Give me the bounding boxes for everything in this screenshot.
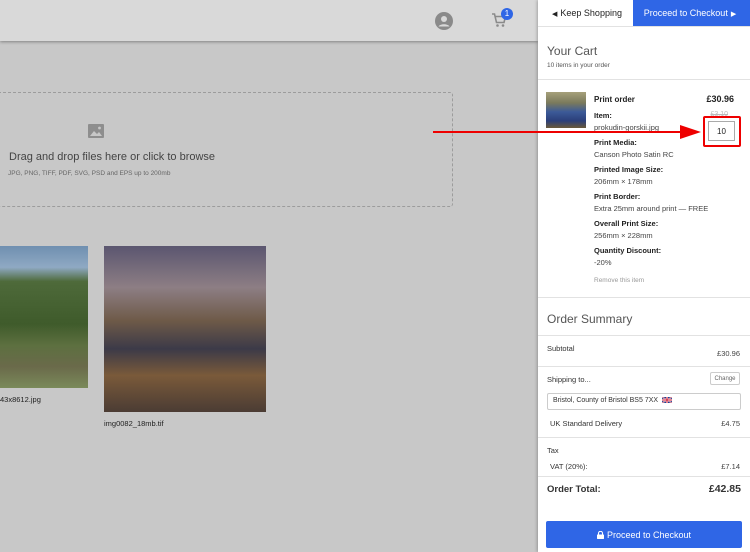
divider (538, 26, 750, 27)
gallery-filename: img0082_18mb.tif (104, 419, 164, 428)
subtotal-label: Subtotal (547, 344, 575, 353)
gallery-thumbnail[interactable] (104, 246, 266, 412)
order-total-value: £42.85 (708, 483, 741, 495)
item-type: Print order (594, 95, 635, 104)
quantity-discount-value: -20% (594, 258, 612, 267)
delivery-value: £4.75 (721, 419, 740, 428)
order-summary-title: Order Summary (547, 312, 633, 326)
uk-flag-icon (662, 397, 673, 404)
overall-size-value: 256mm × 228mm (594, 231, 653, 240)
proceed-label: Proceed to Checkout (643, 8, 728, 18)
subtotal-value: £30.96 (717, 349, 740, 358)
divider (538, 476, 750, 477)
print-media-value: Canson Photo Satin RC (594, 150, 674, 159)
shipping-label: Shipping to... (547, 375, 591, 384)
keep-shopping-label: Keep Shopping (560, 8, 622, 18)
lock-icon (596, 530, 604, 539)
annotation-arrow (433, 125, 701, 139)
image-size-value: 206mm × 178mm (594, 177, 653, 186)
background-page: 1 Drag and drop files here or click to b… (0, 0, 538, 552)
dropzone-title: Drag and drop files here or click to bro… (9, 151, 216, 163)
gallery-thumbnail[interactable] (0, 246, 88, 388)
vat-label: VAT (20%): (550, 462, 588, 471)
image-icon (88, 124, 104, 138)
divider (538, 79, 750, 80)
checkout-label: Proceed to Checkout (606, 529, 692, 540)
shipping-address-field[interactable]: Bristol, County of Bristol BS5 7XX (547, 393, 741, 410)
caret-right-icon: ▶ (730, 11, 737, 18)
divider (538, 297, 750, 298)
quantity-discount-label: Quantity Discount: (594, 246, 662, 255)
vat-value: £7.14 (721, 462, 740, 471)
overall-size-label: Overall Print Size: (594, 219, 659, 228)
proceed-to-checkout-button[interactable]: Proceed to Checkout (546, 521, 742, 548)
order-total-label: Order Total: (547, 484, 601, 495)
file-dropzone[interactable]: Drag and drop files here or click to bro… (0, 92, 453, 207)
divider (538, 366, 750, 367)
proceed-to-checkout-top-button[interactable]: Proceed to Checkout ▶ (633, 0, 750, 26)
cart-panel: ◀ Keep Shopping Proceed to Checkout ▶ Your… (538, 0, 750, 552)
print-border-value: Extra 25mm around print — FREE (594, 204, 709, 213)
change-shipping-button[interactable]: Change (710, 372, 740, 385)
divider (538, 335, 750, 336)
annotation-highlight-box (703, 116, 741, 147)
caret-left-icon: ◀ (552, 11, 558, 18)
delivery-label: UK Standard Delivery (550, 419, 623, 428)
cart-count-badge: 1 (501, 8, 513, 20)
tax-label: Tax (547, 446, 559, 455)
item-price: £30.96 (706, 94, 734, 104)
item-label: Item: (594, 111, 612, 120)
shipping-address: Bristol, County of Bristol BS5 7XX (553, 397, 659, 404)
account-icon[interactable] (435, 12, 453, 30)
gallery-filename: 43x8612.jpg (0, 395, 41, 404)
print-border-label: Print Border: (594, 192, 641, 201)
top-bar: 1 (0, 0, 538, 41)
remove-item-link[interactable]: Remove this item (594, 277, 644, 284)
dropzone-subtitle: JPG, PNG, TIFF, PDF, SVG, PSD and EPS up… (8, 170, 171, 177)
keep-shopping-button[interactable]: ◀ Keep Shopping (538, 0, 633, 26)
cart-title: Your Cart (547, 44, 598, 58)
divider (538, 437, 750, 438)
cart-item-count: 10 items in your order (547, 62, 610, 69)
image-size-label: Printed Image Size: (594, 165, 664, 174)
